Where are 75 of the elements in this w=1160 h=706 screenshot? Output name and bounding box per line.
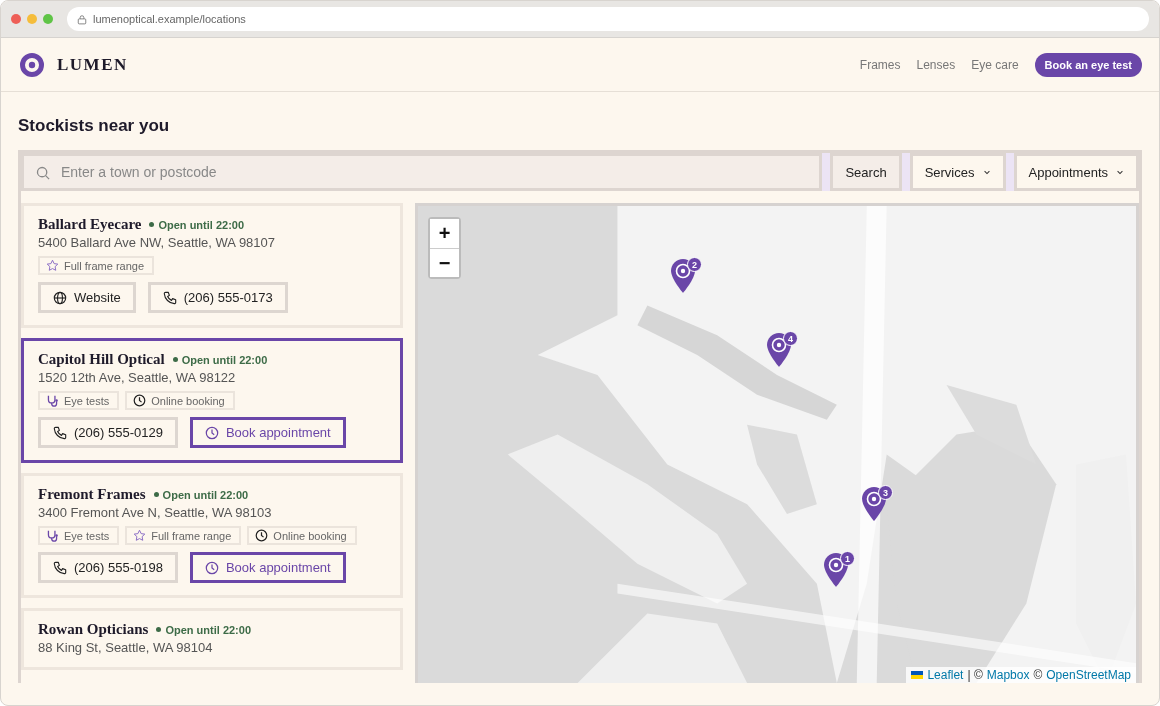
store-address: 5400 Ballard Ave NW, Seattle, WA 98107 <box>38 235 277 250</box>
search-field[interactable]: Enter a town or postcode <box>21 153 823 191</box>
map-marker[interactable]: 2 <box>670 258 700 294</box>
store-card[interactable]: Fremont Frames Open until 22:00 3400 Fremont Ave N, Seattle, WA 98103 Eye tests Full frame range Online booking (206) 555-0198 Book appointment <box>21 473 403 598</box>
logo-icon <box>19 51 45 78</box>
address-bar[interactable]: lumenoptical.example/locations <box>67 7 1149 31</box>
flag-icon <box>911 671 924 679</box>
service-tag: Eye tests <box>38 391 120 410</box>
star-icon <box>46 259 59 272</box>
minimize-window-dot[interactable] <box>27 14 37 24</box>
status-dot <box>153 492 159 497</box>
star-icon <box>133 529 147 542</box>
brand-name: LUMEN <box>57 54 128 75</box>
filter-dropdown[interactable]: Appointments <box>1013 153 1139 191</box>
book-appointment-button[interactable]: Book appointment <box>189 552 346 583</box>
opening-hours: Open until 22:00 <box>158 218 245 231</box>
phone-icon <box>53 560 67 575</box>
service-tag: Online booking <box>125 391 235 410</box>
store-name: Capitol Hill Optical <box>38 351 165 368</box>
stethoscope-icon <box>46 394 59 407</box>
store-name: Rowan Opticians <box>38 621 149 638</box>
store-card[interactable]: Rowan Opticians Open until 22:00 88 King St, Seattle, WA 98104 <box>21 608 403 670</box>
clock-icon <box>133 394 147 407</box>
map-marker[interactable]: 3 <box>861 486 891 522</box>
clock-icon <box>204 425 219 440</box>
status-dot <box>172 357 178 362</box>
map-marker[interactable]: 1 <box>823 552 853 588</box>
service-tag: Full frame range <box>125 526 242 545</box>
phone-button[interactable]: (206) 555-0129 <box>38 417 178 448</box>
map-marker[interactable]: 4 <box>766 332 796 368</box>
search-button[interactable]: Search <box>830 153 902 191</box>
service-tag: Full frame range <box>38 256 155 275</box>
attribution-link[interactable]: Leaflet <box>927 668 964 682</box>
stethoscope-icon <box>46 529 59 542</box>
close-window-dot[interactable] <box>11 14 21 24</box>
nav-link[interactable]: Frames <box>859 57 901 72</box>
opening-hours: Open until 22:00 <box>165 623 251 636</box>
store-name: Fremont Frames <box>38 486 146 503</box>
book-eye-test-button[interactable]: Book an eye test <box>1034 52 1142 77</box>
globe-icon <box>53 290 67 305</box>
store-card[interactable]: Capitol Hill Optical Open until 22:00 1520 12th Ave, Seattle, WA 98122 Eye tests Online booking (206) 555-0129 Book appointment <box>21 338 403 463</box>
service-tag: Online booking <box>247 526 357 545</box>
store-address: 3400 Fremont Ave N, Seattle, WA 98103 <box>38 505 273 520</box>
attribution-text: © <box>1033 668 1043 682</box>
store-card[interactable]: Ballard Eyecare Open until 22:00 5400 Ballard Ave NW, Seattle, WA 98107 Full frame range Website (206) 555-0173 <box>21 203 403 328</box>
attribution-text: | © <box>967 668 983 682</box>
opening-hours: Open until 22:00 <box>162 488 249 501</box>
pin-icon <box>766 332 792 368</box>
phone-button[interactable]: (206) 555-0198 <box>38 552 178 583</box>
store-address: 1520 12th Ave, Seattle, WA 98122 <box>38 370 237 385</box>
phone-icon <box>53 425 67 440</box>
page-title: Stockists near you <box>18 116 171 136</box>
website-button[interactable]: Website <box>38 282 136 313</box>
attribution-link[interactable]: Mapbox <box>986 668 1030 682</box>
store-address: 88 King St, Seattle, WA 98104 <box>38 640 214 655</box>
clock-icon <box>255 529 269 542</box>
nav-link[interactable]: Eye care <box>971 57 1019 72</box>
attribution-link[interactable]: OpenStreetMap <box>1046 668 1131 682</box>
filter-dropdown[interactable]: Services <box>909 153 1006 191</box>
nav-link[interactable]: Lenses <box>916 57 956 72</box>
store-name: Ballard Eyecare <box>38 216 142 233</box>
status-dot <box>149 222 155 227</box>
phone-button[interactable]: (206) 555-0173 <box>147 282 288 313</box>
service-tag: Eye tests <box>38 526 120 545</box>
lock-icon <box>77 13 87 25</box>
opening-hours: Open until 22:00 <box>181 353 268 366</box>
book-appointment-button[interactable]: Book appointment <box>189 417 346 448</box>
clock-icon <box>204 560 219 575</box>
pin-icon <box>861 486 887 522</box>
phone-icon <box>162 290 177 305</box>
maximize-window-dot[interactable] <box>43 14 53 24</box>
zoom-out-button[interactable]: − <box>430 248 459 277</box>
status-dot <box>156 627 162 632</box>
pin-icon <box>670 258 696 294</box>
url-text: lumenoptical.example/locations <box>93 13 246 25</box>
